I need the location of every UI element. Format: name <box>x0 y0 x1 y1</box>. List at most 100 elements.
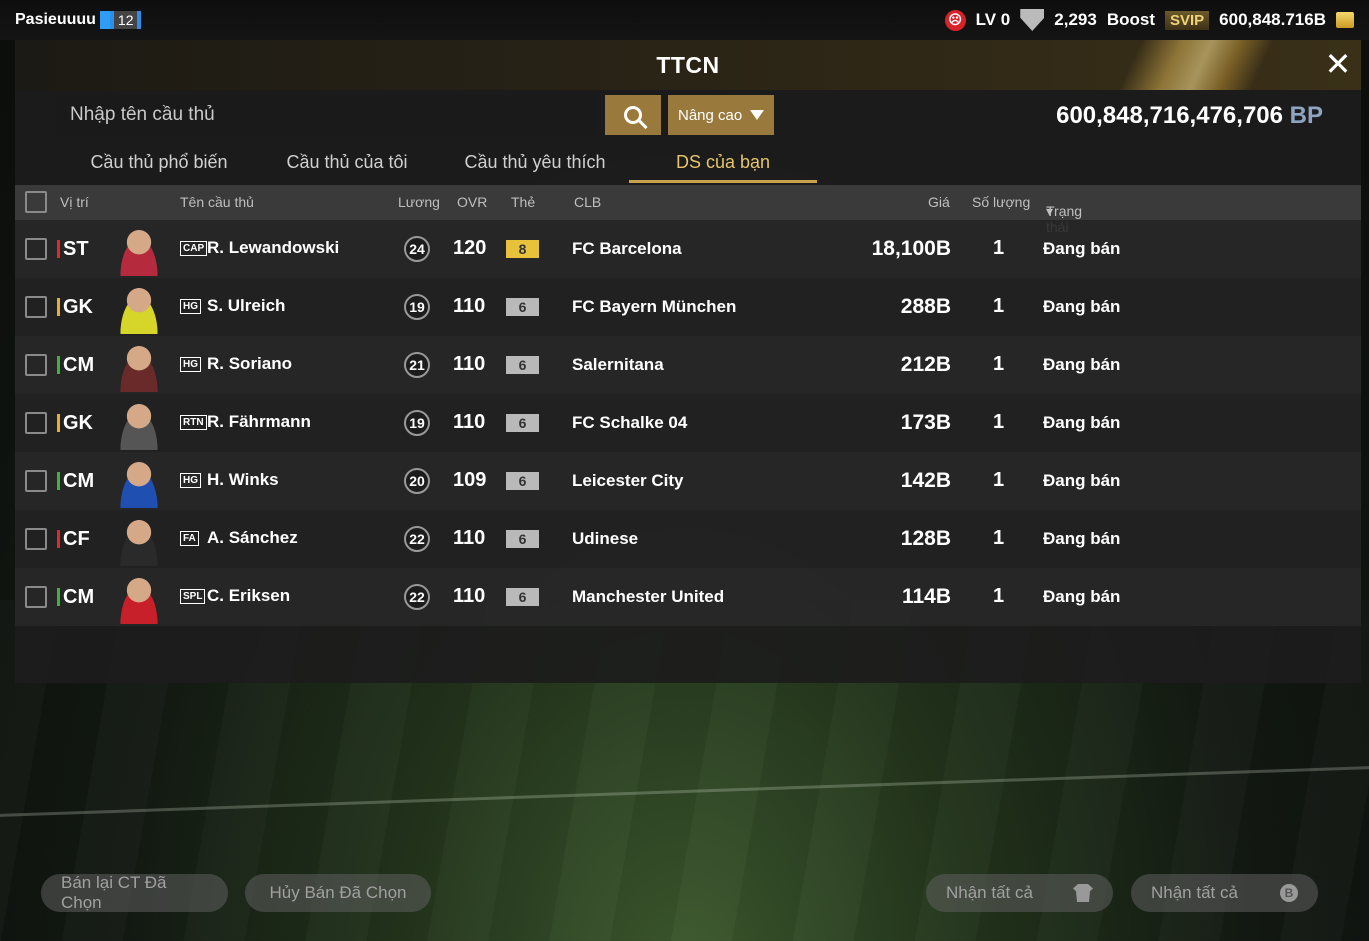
table-row[interactable]: GK RTN R. Fährmann 19 110 6 FC Schalke 0… <box>15 394 1361 452</box>
table-row[interactable]: CM HG H. Winks 20 109 6 Leicester City 1… <box>15 452 1361 510</box>
player-avatar[interactable] <box>113 456 165 508</box>
advanced-filter-button[interactable]: Nâng cao <box>668 95 774 135</box>
player-name[interactable]: R. Soriano <box>207 354 292 374</box>
page-title: TTCN <box>656 51 720 78</box>
search-row: Nâng cao <box>55 95 774 135</box>
card-level-badge: 6 <box>506 588 539 606</box>
player-avatar[interactable] <box>113 224 165 276</box>
listing-status: Đang bán <box>1043 413 1121 432</box>
header-quantity[interactable]: Số lượng <box>972 194 1030 210</box>
row-checkbox[interactable] <box>25 412 47 434</box>
claim-all-players-button[interactable]: Nhận tất cả <box>926 874 1113 912</box>
listing-status: Đang bán <box>1043 529 1121 548</box>
player-name[interactable]: C. Eriksen <box>207 586 290 606</box>
bp-unit: BP <box>1289 102 1323 129</box>
season-badge: CAP <box>180 241 208 256</box>
player-name[interactable]: H. Winks <box>207 470 279 490</box>
table-row[interactable]: CF FA A. Sánchez 22 110 6 Udinese 128B 1… <box>15 510 1361 568</box>
card-level-badge: 6 <box>506 414 539 432</box>
listing-quantity: 1 <box>993 527 1005 549</box>
table-row[interactable]: CM SPL C. Eriksen 22 110 6 Manchester Un… <box>15 568 1361 626</box>
listing-status: Đang bán <box>1043 587 1121 606</box>
wage-badge: 19 <box>404 294 430 320</box>
row-checkbox[interactable] <box>25 470 47 492</box>
listing-quantity: 1 <box>993 295 1005 317</box>
resell-selected-button[interactable]: Bán lại CT Đã Chọn <box>41 873 228 912</box>
close-button[interactable]: ✕ <box>1323 48 1353 80</box>
table-row[interactable]: ST CAP R. Lewandowski 24 120 8 FC Barcel… <box>15 220 1361 278</box>
season-badge: HG <box>180 299 201 314</box>
lv-value: LV 0 <box>975 10 1011 29</box>
row-checkbox[interactable] <box>25 586 47 608</box>
player-avatar[interactable] <box>113 282 165 334</box>
player-avatar[interactable] <box>113 514 165 566</box>
header-name[interactable]: Tên cầu thủ <box>180 194 254 210</box>
table-row[interactable]: CM HG R. Soriano 21 110 6 Salernitana 21… <box>15 336 1361 394</box>
shield-icon <box>1020 9 1045 31</box>
caret-down-icon: ▾ <box>1046 203 1054 219</box>
player-position: GK <box>63 412 93 434</box>
player-club: Leicester City <box>572 471 684 490</box>
tab-favorite-players[interactable]: Cầu thủ yêu thích <box>441 143 629 183</box>
panel-header: TTCN ✕ <box>15 40 1361 90</box>
cancel-selected-label: Hủy Bán Đã Chọn <box>269 883 407 902</box>
player-name[interactable]: S. Ulreich <box>207 296 285 316</box>
tab-popular-players[interactable]: Cầu thủ phổ biến <box>65 143 253 183</box>
player-name[interactable]: R. Lewandowski <box>207 238 339 258</box>
row-checkbox[interactable] <box>25 528 47 550</box>
header-ovr[interactable]: OVR <box>457 194 487 210</box>
tab-my-players[interactable]: Cầu thủ của tôi <box>253 143 441 183</box>
card-level-badge: 6 <box>506 298 539 316</box>
boost-label[interactable]: Boost <box>1107 10 1155 30</box>
player-ovr: 110 <box>453 411 486 433</box>
shirt-icon <box>1073 884 1093 902</box>
season-badge: HG <box>180 473 201 488</box>
table-row[interactable]: GK HG S. Ulreich 19 110 6 FC Bayern Münc… <box>15 278 1361 336</box>
player-name[interactable]: R. Fährmann <box>207 412 311 432</box>
position-color-bar <box>57 356 60 374</box>
player-club: Udinese <box>572 529 639 548</box>
listing-price: 212B <box>900 353 951 376</box>
row-checkbox[interactable] <box>25 354 47 376</box>
position-color-bar <box>57 472 60 490</box>
listing-price: 18,100B <box>871 237 951 260</box>
player-ovr: 110 <box>453 295 486 317</box>
listing-price: 173B <box>900 411 951 434</box>
level-value: 12 <box>113 11 138 29</box>
transfer-market-panel: TTCN ✕ Nâng cao 600,848,716,476,706 BP C… <box>15 40 1361 683</box>
search-button[interactable] <box>605 95 661 135</box>
username[interactable]: Pasieuuuu <box>15 11 96 29</box>
search-input[interactable] <box>55 95 598 135</box>
player-position: CF <box>63 528 90 550</box>
select-all-checkbox[interactable] <box>25 191 47 213</box>
player-ovr: 110 <box>453 527 486 549</box>
player-position: CM <box>63 470 95 492</box>
season-badge: SPL <box>180 589 206 604</box>
balance-value: 600,848.716B <box>1219 10 1326 29</box>
player-avatar[interactable] <box>113 398 165 450</box>
advanced-filter-label: Nâng cao <box>678 106 743 124</box>
player-avatar[interactable] <box>113 340 165 392</box>
row-checkbox[interactable] <box>25 238 47 260</box>
header-club[interactable]: CLB <box>574 194 601 210</box>
position-color-bar <box>57 240 60 258</box>
tab-my-listings[interactable]: DS của bạn <box>629 143 817 183</box>
player-club: Manchester United <box>572 587 725 606</box>
header-position[interactable]: Vị trí <box>60 194 89 210</box>
row-checkbox[interactable] <box>25 296 47 318</box>
player-position: GK <box>63 296 93 318</box>
cancel-selected-button[interactable]: Hủy Bán Đã Chọn <box>245 874 431 912</box>
claim-all-bp-button[interactable]: Nhận tất cả B <box>1131 874 1318 912</box>
bp-balance: 600,848,716,476,706 BP <box>1056 102 1323 130</box>
player-avatar[interactable] <box>113 572 165 624</box>
level-badge: 12 <box>99 11 142 29</box>
player-name[interactable]: A. Sánchez <box>207 528 298 548</box>
player-club: Salernitana <box>572 355 664 374</box>
header-price[interactable]: Giá <box>928 194 950 210</box>
svip-badge[interactable]: SVIP <box>1164 10 1210 30</box>
pitch-line <box>0 764 1369 819</box>
player-ovr: 109 <box>453 469 487 491</box>
listing-price: 288B <box>900 295 951 318</box>
header-wage[interactable]: Lương <box>398 194 440 210</box>
header-card[interactable]: Thẻ <box>511 194 535 210</box>
